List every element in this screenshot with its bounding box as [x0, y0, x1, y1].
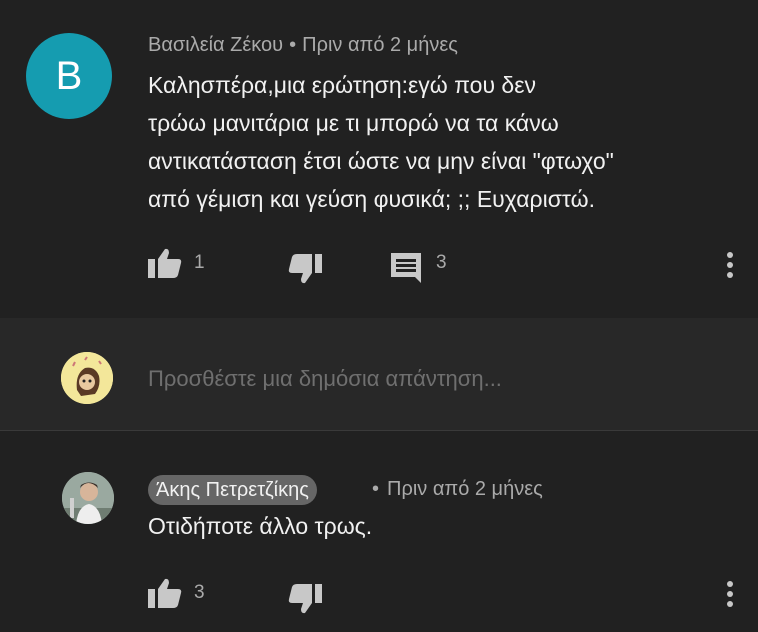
comment-text-line: αντικατάσταση έτσι ώστε να μην είναι "φτ…: [148, 148, 614, 174]
comment-time[interactable]: Πριν από 2 μήνες: [302, 34, 458, 56]
thumbs-down-icon: [288, 584, 322, 614]
thumbs-up-icon: [148, 578, 182, 608]
reply-comment: [0, 431, 758, 632]
more-vertical-icon[interactable]: [725, 581, 735, 611]
comment-author[interactable]: Βασιλεία Ζέκου: [148, 34, 283, 56]
like-button[interactable]: 1: [148, 248, 205, 278]
avatar[interactable]: B: [26, 33, 112, 119]
comment-text-line: τρώω μανιτάρια με τι μπορώ να τα κάνω: [148, 110, 559, 136]
user-avatar: [61, 352, 113, 404]
reply-input[interactable]: Προσθέστε μια δημόσια απάντηση...: [148, 366, 502, 392]
thumbs-down-icon: [288, 254, 322, 284]
reply-header: • Πριν από 2 μήνες: [372, 478, 543, 501]
comment-text-line: από γέμιση και γεύση φυσικά; ;; Ευχαριστ…: [148, 186, 595, 212]
like-button[interactable]: 3: [148, 578, 205, 608]
dislike-button[interactable]: [288, 584, 322, 614]
separator-dot: •: [372, 478, 380, 500]
separator-dot: •: [289, 34, 297, 56]
more-vertical-icon[interactable]: [725, 252, 735, 282]
dislike-button[interactable]: [288, 254, 322, 284]
avatar-letter: B: [55, 53, 83, 98]
thumbs-up-icon: [148, 248, 182, 278]
channel-owner-badge[interactable]: Άκης Πετρετζίκης: [148, 475, 317, 505]
comment-text-line: Καλησπέρα,μια ερώτηση:εγώ που δεν: [148, 72, 536, 98]
avatar[interactable]: [62, 472, 114, 524]
reply-button[interactable]: 3: [390, 252, 447, 284]
reply-text: Οτιδήποτε άλλο τρως.: [148, 513, 373, 539]
comment-header: Βασιλεία Ζέκου • Πριν από 2 μήνες: [148, 34, 458, 57]
reply-time[interactable]: Πριν από 2 μήνες: [387, 478, 543, 500]
comment-thread: B Βασιλεία Ζέκου • Πριν από 2 μήνες Καλησπ…: [0, 0, 758, 318]
reply-count: 3: [436, 252, 447, 273]
like-count: 1: [194, 252, 205, 273]
comment-text: Καλησπέρα,μια ερώτηση:εγώ που δεν τρώω μ…: [148, 66, 738, 218]
like-count: 3: [194, 582, 205, 603]
comment-icon: [390, 252, 422, 284]
